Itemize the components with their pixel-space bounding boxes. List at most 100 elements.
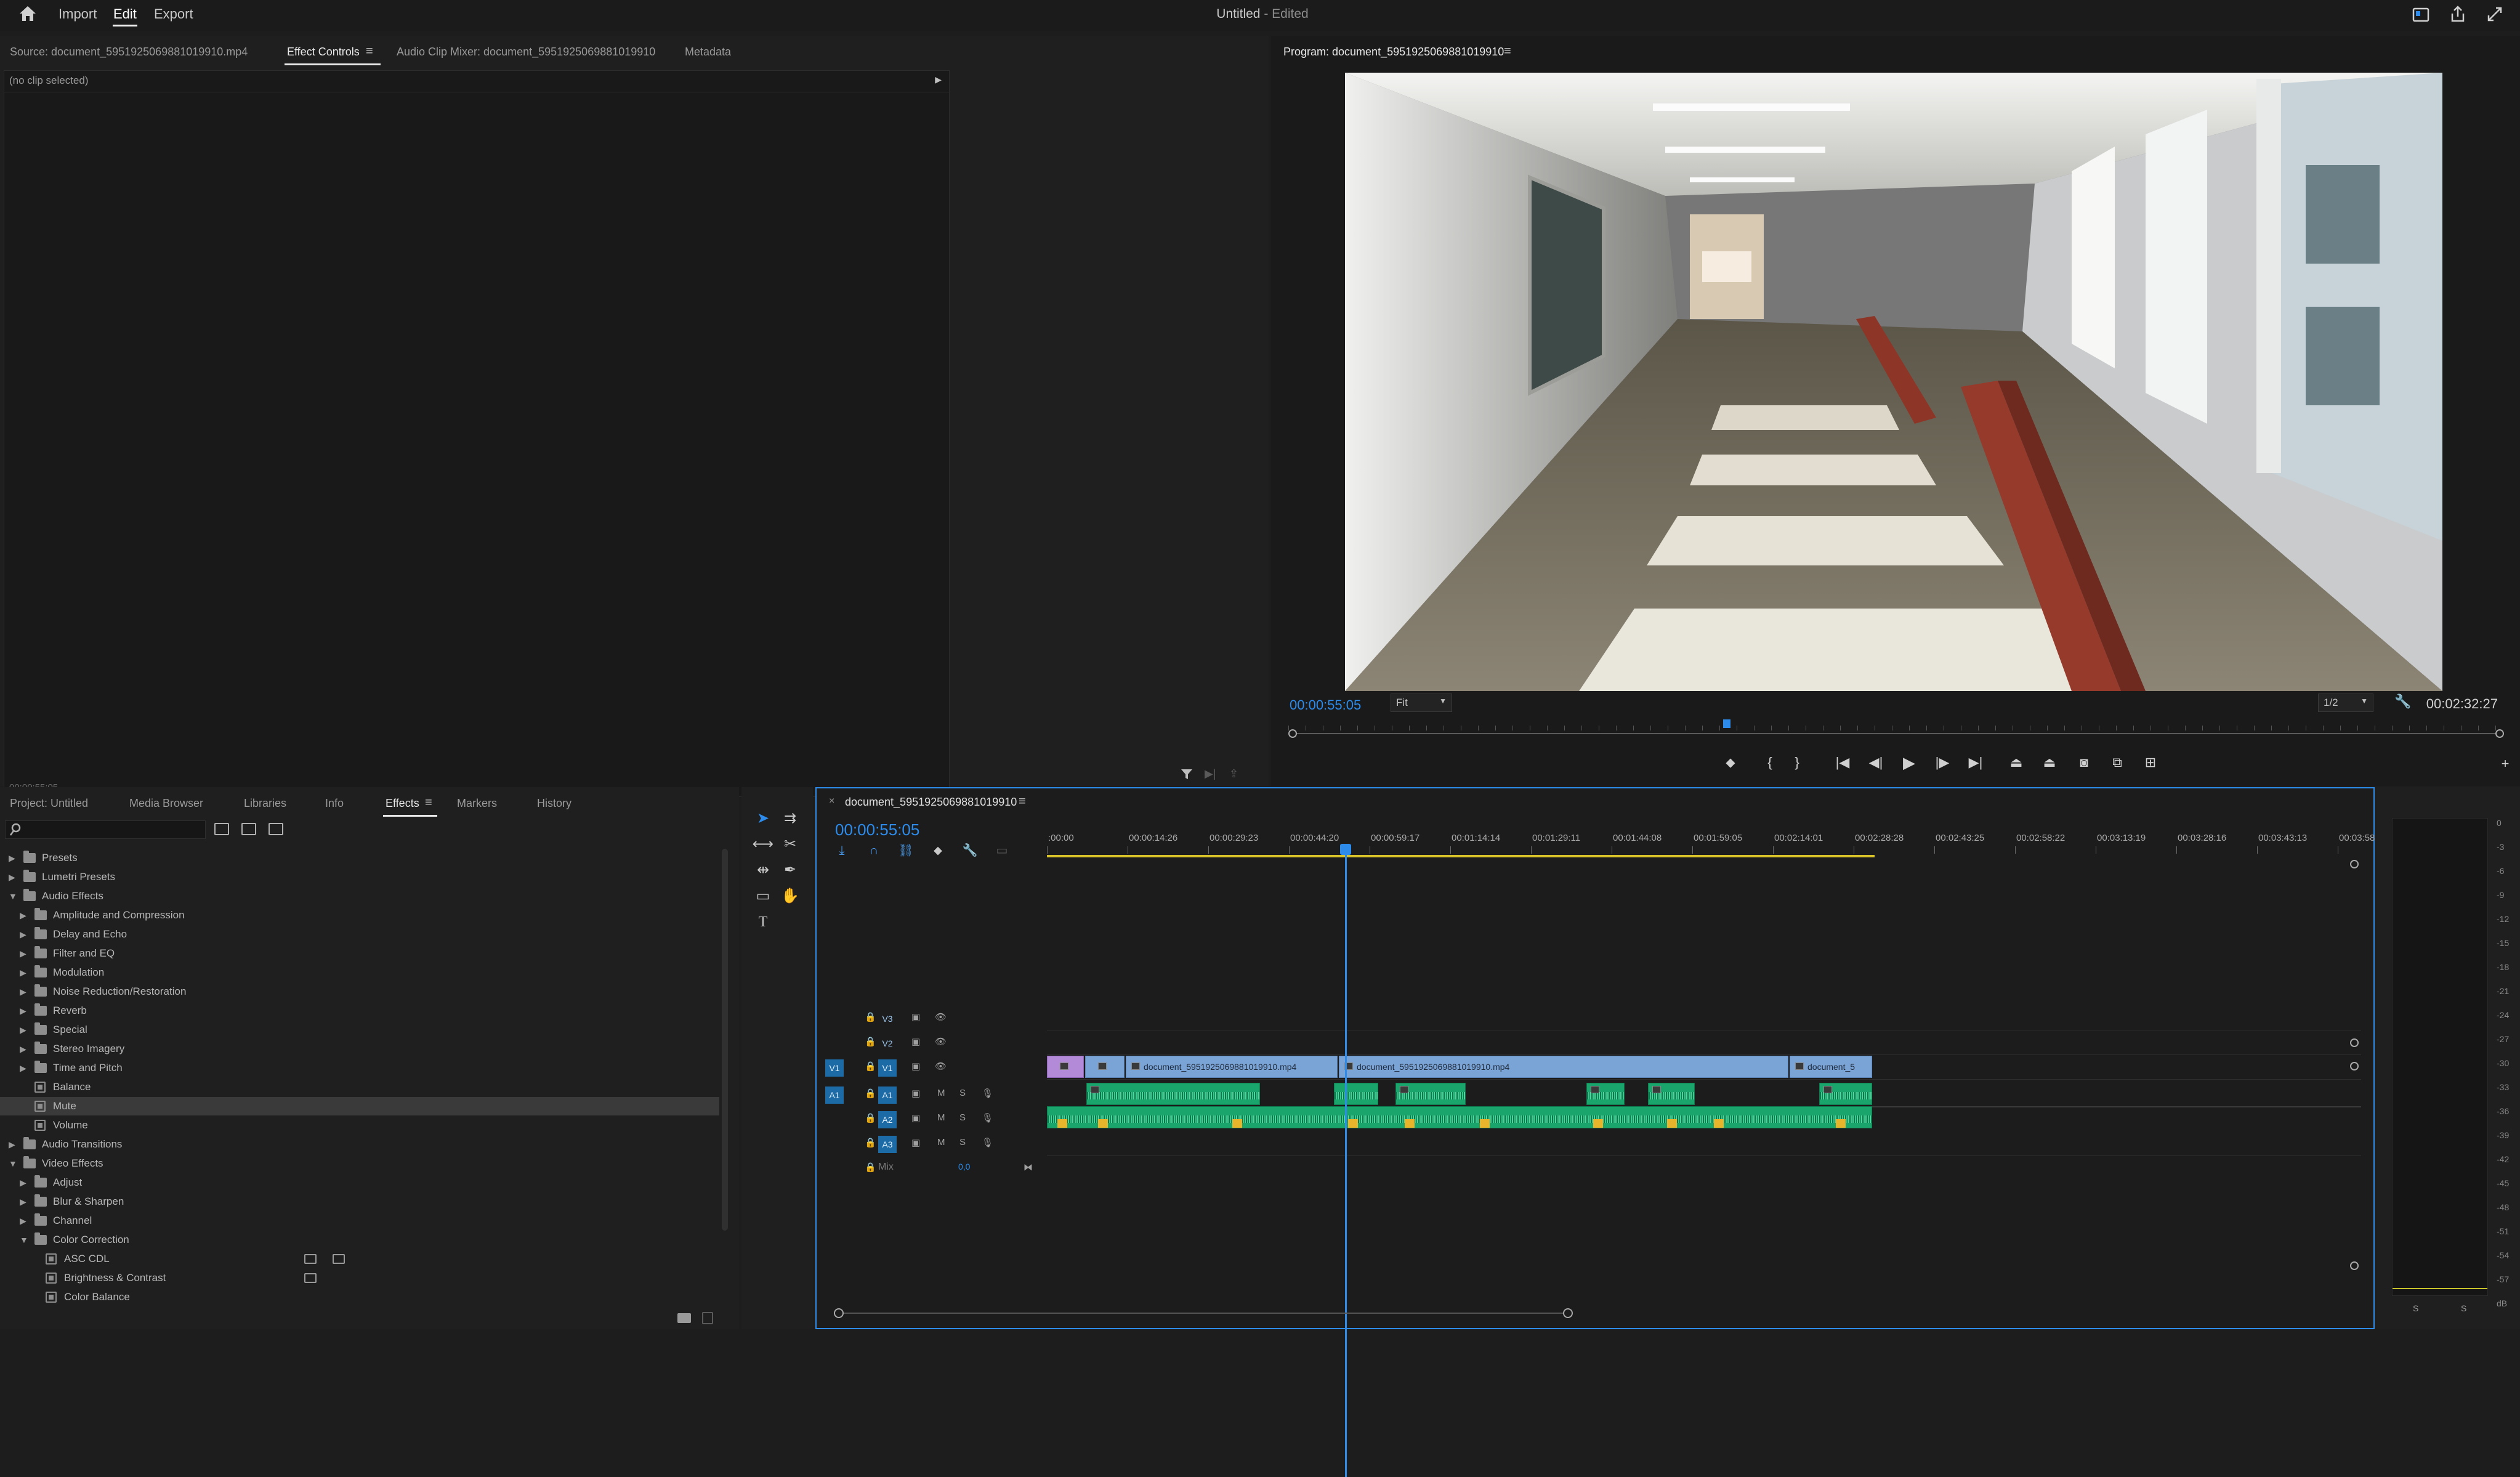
mark-in-button[interactable]: { (1758, 750, 1782, 775)
video-clip[interactable] (1085, 1056, 1125, 1078)
timeline-horizontal-scrollbar[interactable] (834, 1308, 1573, 1318)
scrub-start-handle[interactable] (1288, 729, 1297, 738)
effects-folder-row[interactable]: ▼ Color Correction (0, 1231, 719, 1249)
new-bin-icon[interactable] (677, 1313, 691, 1323)
effect-item-row[interactable]: Balance (0, 1078, 719, 1096)
go-to-in-button[interactable]: |◀ (1830, 750, 1855, 775)
track-label-v3[interactable]: V3 (878, 1010, 897, 1027)
effects-scrollbar[interactable] (722, 849, 728, 1231)
accelerated-effects-filter-icon[interactable] (214, 823, 229, 835)
render-icon[interactable]: ▶| (1205, 767, 1216, 780)
selection-tool-icon[interactable]: ➤ (751, 807, 775, 830)
solo-track-button[interactable]: S (959, 1137, 966, 1147)
tab-history[interactable]: History (537, 797, 571, 810)
effects-folder-row[interactable]: ▶ Noise Reduction/Restoration (0, 982, 719, 1001)
tab-effect-controls[interactable]: Effect Controls (287, 46, 360, 59)
track-height-handle[interactable] (2350, 1038, 2359, 1047)
microphone-icon[interactable]: 🎙 (982, 1112, 993, 1123)
extract-button[interactable]: ⏏ (2037, 750, 2062, 775)
source-patch-v1[interactable]: V1 (825, 1059, 844, 1077)
resolution-select[interactable]: 1/2 ▼ (2318, 694, 2373, 712)
effect-item-row[interactable]: Color Balance (0, 1288, 719, 1306)
play-button[interactable]: ▶ (1897, 750, 1921, 775)
eye-icon[interactable]: 👁 (935, 1061, 947, 1072)
chevron-right-icon[interactable]: ▶ (20, 944, 26, 963)
program-menu-icon[interactable]: ≡ (1504, 44, 1511, 59)
expand-arrow-icon[interactable]: ▶ (935, 75, 942, 85)
effects-folder-row[interactable]: ▶ Reverb (0, 1002, 719, 1020)
chevron-right-icon[interactable]: ▶ (20, 982, 26, 1001)
lock-icon[interactable]: 🔒 (865, 1088, 876, 1099)
scrollbar-start-handle[interactable] (834, 1308, 844, 1318)
effects-folder-row[interactable]: ▶ Adjust (0, 1173, 719, 1192)
zoom-fit-select[interactable]: Fit ▼ (1391, 694, 1452, 712)
chevron-right-icon[interactable]: ▶ (20, 1021, 26, 1039)
tab-source[interactable]: Source: document_5951925069881019910.mp4 (10, 46, 248, 59)
razor-tool-icon[interactable]: ✂ (778, 833, 802, 856)
scrub-end-handle[interactable] (2495, 729, 2504, 738)
audio-clip[interactable] (1334, 1083, 1378, 1105)
tab-project[interactable]: Project: Untitled (10, 797, 88, 810)
delete-icon[interactable] (702, 1312, 713, 1324)
effects-menu-icon[interactable]: ≡ (425, 796, 432, 810)
tab-metadata[interactable]: Metadata (685, 46, 731, 59)
program-scrub-bar[interactable] (1288, 719, 2504, 738)
mute-track-button[interactable]: M (937, 1088, 945, 1098)
video-clip[interactable] (1047, 1056, 1084, 1078)
32bit-effects-filter-icon[interactable] (241, 823, 256, 835)
program-timecode[interactable]: 00:00:55:05 (1290, 697, 1361, 713)
work-area-bar[interactable] (1047, 855, 1875, 857)
lock-icon[interactable]: 🔒 (865, 1137, 876, 1148)
effects-folder-row[interactable]: ▶ Special (0, 1021, 719, 1039)
share-icon[interactable] (2449, 5, 2467, 23)
export-frame-icon[interactable]: ⇪ (1229, 767, 1238, 780)
chevron-right-icon[interactable]: ▶ (20, 1002, 26, 1020)
audio-clip[interactable] (1395, 1083, 1466, 1105)
track-height-handle[interactable] (2350, 1261, 2359, 1270)
comparison-view-button[interactable]: ⧉ (2105, 750, 2130, 775)
add-button[interactable]: + (2493, 751, 2518, 776)
source-patch-a1[interactable]: A1 (825, 1087, 844, 1104)
chevron-right-icon[interactable]: ▶ (20, 1059, 26, 1077)
chevron-right-icon[interactable]: ▶ (20, 906, 26, 925)
track-label-v1[interactable]: V1 (878, 1059, 897, 1077)
lock-icon[interactable]: 🔒 (865, 1162, 876, 1173)
mute-track-button[interactable]: M (937, 1137, 945, 1147)
wrench-icon[interactable]: 🔧 (2394, 694, 2411, 710)
import-tab[interactable]: Import (59, 6, 97, 22)
tab-program[interactable]: Program: document_5951925069881019910 (1283, 46, 1504, 59)
pen-tool-icon[interactable]: ✒ (778, 859, 802, 882)
effects-folder-row[interactable]: ▶ Blur & Sharpen (0, 1192, 719, 1211)
solo-track-button[interactable]: S (959, 1112, 966, 1123)
chevron-right-icon[interactable]: ▶ (20, 1040, 26, 1058)
mix-value[interactable]: 0,0 (958, 1162, 970, 1171)
effects-folder-row[interactable]: ▶ Channel (0, 1212, 719, 1230)
effect-controls-menu-icon[interactable]: ≡ (366, 44, 373, 59)
effects-folder-row[interactable]: ▼ Video Effects (0, 1154, 719, 1173)
step-back-button[interactable]: ◀| (1864, 750, 1888, 775)
export-frame-button[interactable]: ◙ (2072, 750, 2096, 775)
effects-folder-row[interactable]: ▶ Presets (0, 849, 719, 867)
yuv-effects-filter-icon[interactable] (269, 823, 283, 835)
edit-tab[interactable]: Edit (113, 6, 137, 22)
video-clip[interactable]: document_5951925069881019910.mp4 (1126, 1056, 1338, 1078)
tab-markers[interactable]: Markers (457, 797, 497, 810)
slip-tool-icon[interactable]: ⇹ (751, 859, 775, 882)
audio-clip[interactable] (1586, 1083, 1625, 1105)
effect-item-row[interactable]: Volume (0, 1116, 719, 1135)
chevron-right-icon[interactable]: ▶ (9, 1135, 15, 1154)
home-icon[interactable] (18, 5, 37, 22)
effects-folder-row[interactable]: ▶ Audio Transitions (0, 1135, 719, 1154)
eye-icon[interactable]: 👁 (935, 1036, 947, 1047)
chevron-right-icon[interactable]: ▶ (20, 1212, 26, 1230)
chevron-right-icon[interactable]: ▶ (20, 925, 26, 944)
eye-icon[interactable]: 👁 (935, 1011, 947, 1022)
tab-audio-clip-mixer[interactable]: Audio Clip Mixer: document_5951925069881… (397, 46, 655, 59)
program-video-frame[interactable] (1345, 73, 2442, 691)
hand-tool-icon[interactable]: ✋ (778, 884, 802, 908)
filter-icon[interactable] (1180, 767, 1193, 781)
effects-folder-row[interactable]: ▶ Amplitude and Compression (0, 906, 719, 925)
export-tab[interactable]: Export (154, 6, 193, 22)
audio-clip[interactable] (1086, 1083, 1260, 1105)
chevron-right-icon[interactable]: ▶ (20, 963, 26, 982)
